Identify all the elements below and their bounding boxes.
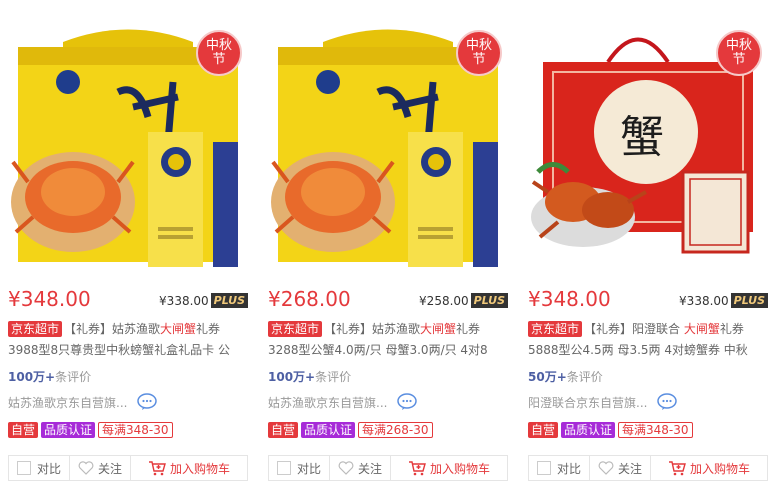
comment-number[interactable]: 100万+ bbox=[268, 370, 315, 384]
follow-label: 关注 bbox=[357, 461, 382, 476]
title-prefix: 【礼券】阳澄联合 bbox=[584, 322, 684, 336]
compare-button[interactable]: 对比 bbox=[9, 456, 70, 480]
price: ¥348.00 bbox=[8, 287, 91, 311]
plus-price-group: ¥258.00 PLUS bbox=[419, 293, 508, 308]
add-to-cart-label: 加入购物车 bbox=[169, 461, 230, 476]
product-title[interactable]: 京东超市 【礼券】姑苏渔歌大闸蟹礼券3288型公蟹4.0两/只 母蟹3.0两/只 … bbox=[268, 319, 508, 361]
compare-label: 对比 bbox=[556, 461, 581, 476]
product-title[interactable]: 京东超市 【礼券】姑苏渔歌大闸蟹礼券3988型8只尊贵型中秋螃蟹礼盒礼品卡 公 bbox=[8, 319, 248, 361]
title-highlight: 大闸蟹 bbox=[683, 322, 720, 336]
add-to-cart-label: 加入购物车 bbox=[429, 461, 490, 476]
self-operated-tag: 自营 bbox=[528, 422, 559, 438]
follow-button[interactable]: 关注 bbox=[590, 456, 651, 480]
tag-row: 自营 品质认证 每满348-30 bbox=[528, 422, 696, 438]
product-image[interactable]: 蟹 中秋 节 bbox=[528, 22, 768, 270]
plus-price-group: ¥338.00 PLUS bbox=[159, 293, 248, 308]
shop-name[interactable]: 姑苏渔歌京东自营旗... bbox=[8, 394, 127, 411]
comment-label: 条评价 bbox=[55, 370, 92, 384]
quality-certified-tag: 品质认证 bbox=[41, 422, 96, 438]
cart-icon bbox=[148, 461, 166, 476]
price: ¥348.00 bbox=[528, 287, 611, 311]
add-to-cart-label: 加入购物车 bbox=[689, 461, 750, 476]
price-row: ¥268.00 ¥258.00 PLUS bbox=[268, 287, 516, 313]
cart-icon bbox=[408, 461, 426, 476]
title-prefix: 【礼券】姑苏渔歌 bbox=[324, 322, 421, 336]
jd-supermarket-tag: 京东超市 bbox=[528, 321, 583, 337]
self-operated-tag: 自营 bbox=[8, 422, 39, 438]
title-highlight: 大闸蟹 bbox=[160, 322, 197, 336]
promo-tag[interactable]: 每满348-30 bbox=[98, 422, 173, 438]
shop-row: 姑苏渔歌京东自营旗... bbox=[8, 393, 158, 411]
follow-button[interactable]: 关注 bbox=[330, 456, 391, 480]
product-grid: 中秋 节 ¥348.00 ¥338.00 PLUS 京东超市 【礼券】姑苏渔歌大闸… bbox=[0, 0, 776, 494]
title-highlight: 大闸蟹 bbox=[420, 322, 457, 336]
mid-autumn-badge: 中秋 节 bbox=[456, 30, 502, 76]
jd-supermarket-tag: 京东超市 bbox=[268, 321, 323, 337]
comment-label: 条评价 bbox=[315, 370, 352, 384]
shop-name[interactable]: 姑苏渔歌京东自营旗... bbox=[268, 394, 387, 411]
quality-certified-tag: 品质认证 bbox=[301, 422, 356, 438]
plus-tag: PLUS bbox=[470, 293, 508, 308]
product-image[interactable]: 中秋 节 bbox=[8, 22, 248, 270]
compare-label: 对比 bbox=[36, 461, 61, 476]
self-operated-tag: 自营 bbox=[268, 422, 299, 438]
product-card: 蟹 中秋 节 ¥348.00 ¥338.00 PLUS 京东超市 【礼券】阳澄联… bbox=[528, 0, 776, 494]
jd-supermarket-tag: 京东超市 bbox=[8, 321, 63, 337]
product-image[interactable]: 中秋 节 bbox=[268, 22, 508, 270]
add-to-cart-button[interactable]: 加入购物车 bbox=[651, 456, 767, 480]
plus-price-group: ¥338.00 PLUS bbox=[679, 293, 768, 308]
product-card: 中秋 节 ¥348.00 ¥338.00 PLUS 京东超市 【礼券】姑苏渔歌大闸… bbox=[8, 0, 256, 494]
action-bar: 对比 关注 加入购物车 bbox=[268, 455, 508, 481]
plus-price: ¥338.00 bbox=[679, 293, 729, 308]
action-bar: 对比 关注 加入购物车 bbox=[528, 455, 768, 481]
shop-row: 姑苏渔歌京东自营旗... bbox=[268, 393, 418, 411]
action-bar: 对比 关注 加入购物车 bbox=[8, 455, 248, 481]
compare-checkbox[interactable] bbox=[276, 461, 291, 475]
tag-row: 自营 品质认证 每满348-30 bbox=[8, 422, 176, 438]
comment-number[interactable]: 100万+ bbox=[8, 370, 55, 384]
comment-count[interactable]: 100万+条评价 bbox=[8, 368, 91, 385]
chat-icon[interactable] bbox=[397, 393, 418, 411]
chat-icon[interactable] bbox=[137, 393, 158, 411]
comment-label: 条评价 bbox=[566, 370, 603, 384]
compare-checkbox[interactable] bbox=[16, 461, 31, 475]
product-card: 中秋 节 ¥268.00 ¥258.00 PLUS 京东超市 【礼券】姑苏渔歌大闸… bbox=[268, 0, 516, 494]
compare-label: 对比 bbox=[296, 461, 321, 476]
plus-tag: PLUS bbox=[210, 293, 248, 308]
add-to-cart-button[interactable]: 加入购物车 bbox=[131, 456, 247, 480]
product-title[interactable]: 京东超市 【礼券】阳澄联合 大闸蟹礼券5888型公4.5两 母3.5两 4对螃蟹券… bbox=[528, 319, 768, 361]
shop-row: 阳澄联合京东自营旗... bbox=[528, 393, 678, 411]
mid-autumn-badge: 中秋 节 bbox=[716, 30, 762, 76]
compare-button[interactable]: 对比 bbox=[529, 456, 590, 480]
plus-price: ¥338.00 bbox=[159, 293, 209, 308]
heart-icon bbox=[338, 461, 354, 475]
heart-icon bbox=[598, 461, 614, 475]
chat-icon[interactable] bbox=[657, 393, 678, 411]
plus-price: ¥258.00 bbox=[419, 293, 469, 308]
plus-tag: PLUS bbox=[730, 293, 768, 308]
comment-count[interactable]: 100万+条评价 bbox=[268, 368, 351, 385]
promo-tag[interactable]: 每满348-30 bbox=[618, 422, 693, 438]
title-prefix: 【礼券】姑苏渔歌 bbox=[64, 322, 161, 336]
compare-button[interactable]: 对比 bbox=[269, 456, 330, 480]
price-row: ¥348.00 ¥338.00 PLUS bbox=[528, 287, 776, 313]
quality-certified-tag: 品质认证 bbox=[561, 422, 616, 438]
cart-icon bbox=[668, 461, 686, 476]
crab-character: 蟹 bbox=[620, 112, 664, 163]
price: ¥268.00 bbox=[268, 287, 351, 311]
compare-checkbox[interactable] bbox=[536, 461, 551, 475]
follow-label: 关注 bbox=[617, 461, 642, 476]
promo-tag[interactable]: 每满268-30 bbox=[358, 422, 433, 438]
price-row: ¥348.00 ¥338.00 PLUS bbox=[8, 287, 256, 313]
follow-label: 关注 bbox=[97, 461, 122, 476]
comment-count[interactable]: 50万+条评价 bbox=[528, 368, 603, 385]
shop-name[interactable]: 阳澄联合京东自营旗... bbox=[528, 394, 647, 411]
heart-icon bbox=[78, 461, 94, 475]
comment-number[interactable]: 50万+ bbox=[528, 370, 567, 384]
add-to-cart-button[interactable]: 加入购物车 bbox=[391, 456, 507, 480]
mid-autumn-badge: 中秋 节 bbox=[196, 30, 242, 76]
follow-button[interactable]: 关注 bbox=[70, 456, 131, 480]
tag-row: 自营 品质认证 每满268-30 bbox=[268, 422, 436, 438]
